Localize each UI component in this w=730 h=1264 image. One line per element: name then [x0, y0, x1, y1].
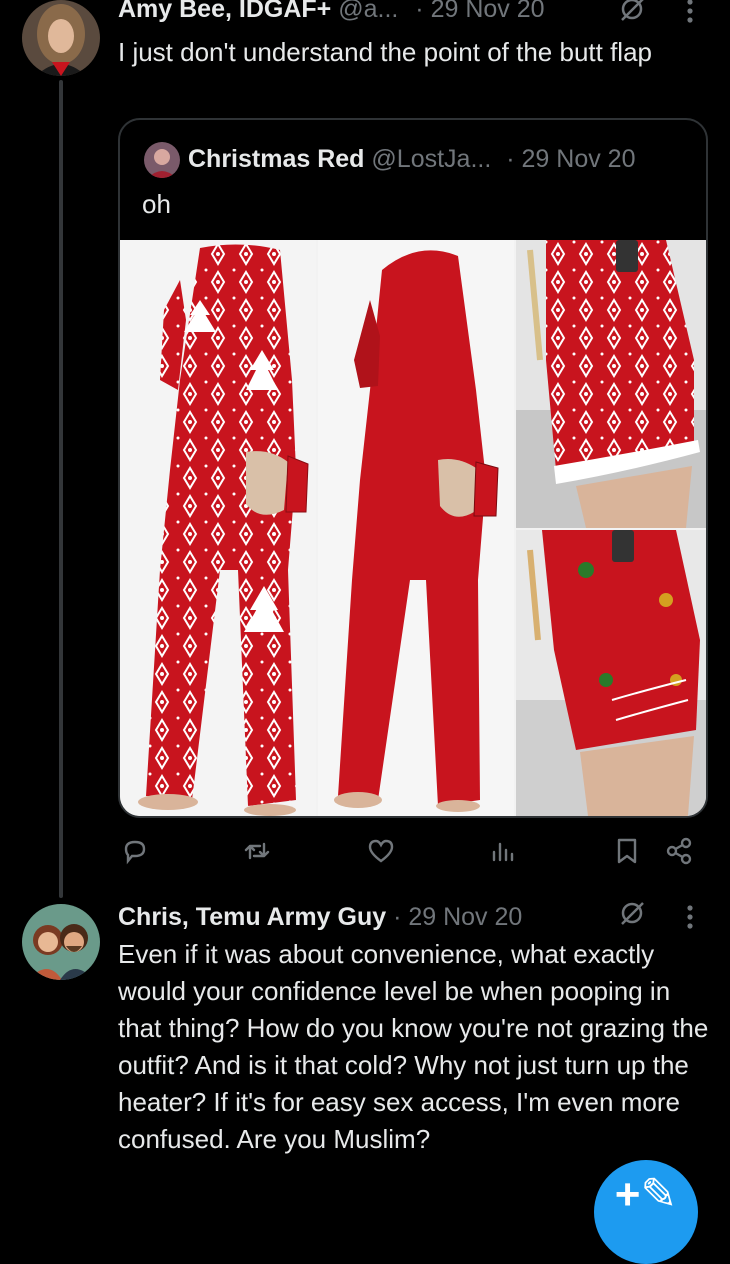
bookmark-button[interactable]	[612, 836, 642, 866]
thread-connector-line	[59, 80, 63, 898]
quoted-author-handle: @LostJa...	[371, 145, 492, 173]
reply-author-avatar[interactable]	[22, 904, 100, 980]
author-handle[interactable]: @a...	[338, 0, 398, 23]
media-image-furtrim-romper[interactable]	[516, 240, 706, 528]
reply-icon	[124, 840, 146, 865]
views-button[interactable]	[488, 836, 518, 866]
repost-button[interactable]	[242, 836, 272, 866]
reply-author-name[interactable]: Chris, Temu Army Guy	[118, 903, 386, 931]
quoted-author-name: Christmas Red	[188, 145, 365, 173]
repost-icon	[244, 842, 270, 860]
reply-header: Chris, Temu Army Guy · 29 Nov 20	[118, 902, 522, 932]
quoted-post-card[interactable]: Christmas Red @LostJa... · 29 Nov 20 oh	[118, 118, 708, 818]
more-options-icon[interactable]	[686, 0, 694, 24]
share-icon	[666, 837, 692, 865]
media-image-merry-christmas-romper[interactable]	[516, 530, 706, 816]
like-button[interactable]	[366, 836, 396, 866]
post-text: I just don't understand the point of the…	[118, 37, 653, 67]
quoted-post-header: Christmas Red @LostJa... · 29 Nov 20	[188, 144, 635, 174]
media-image-patterned-onesie[interactable]	[120, 240, 316, 816]
media-image-solid-red-onesie[interactable]	[318, 240, 514, 816]
like-icon	[368, 839, 394, 863]
reply-grok-icon[interactable]	[618, 900, 646, 928]
quoted-author-avatar	[144, 142, 180, 178]
post-header: Amy Bee, IDGAF+ @a... · 29 Nov 20	[118, 0, 545, 24]
reply-text: Even if it was about convenience, what e…	[118, 939, 709, 1154]
media-grid[interactable]	[120, 240, 706, 816]
quoted-post-date: · 29 Nov 20	[506, 145, 636, 173]
reply-date[interactable]: · 29 Nov 20	[393, 903, 522, 931]
quoted-post-text: oh	[142, 189, 171, 219]
views-icon	[492, 842, 514, 862]
author-name[interactable]: Amy Bee, IDGAF+	[118, 0, 331, 23]
bookmark-icon	[617, 838, 637, 864]
post-date[interactable]: · 29 Nov 20	[415, 0, 544, 23]
reply-button[interactable]	[120, 836, 150, 866]
grok-icon[interactable]	[618, 0, 646, 24]
compose-button[interactable]: +✎	[594, 1160, 698, 1264]
author-avatar[interactable]	[22, 0, 100, 76]
share-button[interactable]	[664, 836, 694, 866]
reply-more-options-icon[interactable]	[686, 904, 694, 930]
